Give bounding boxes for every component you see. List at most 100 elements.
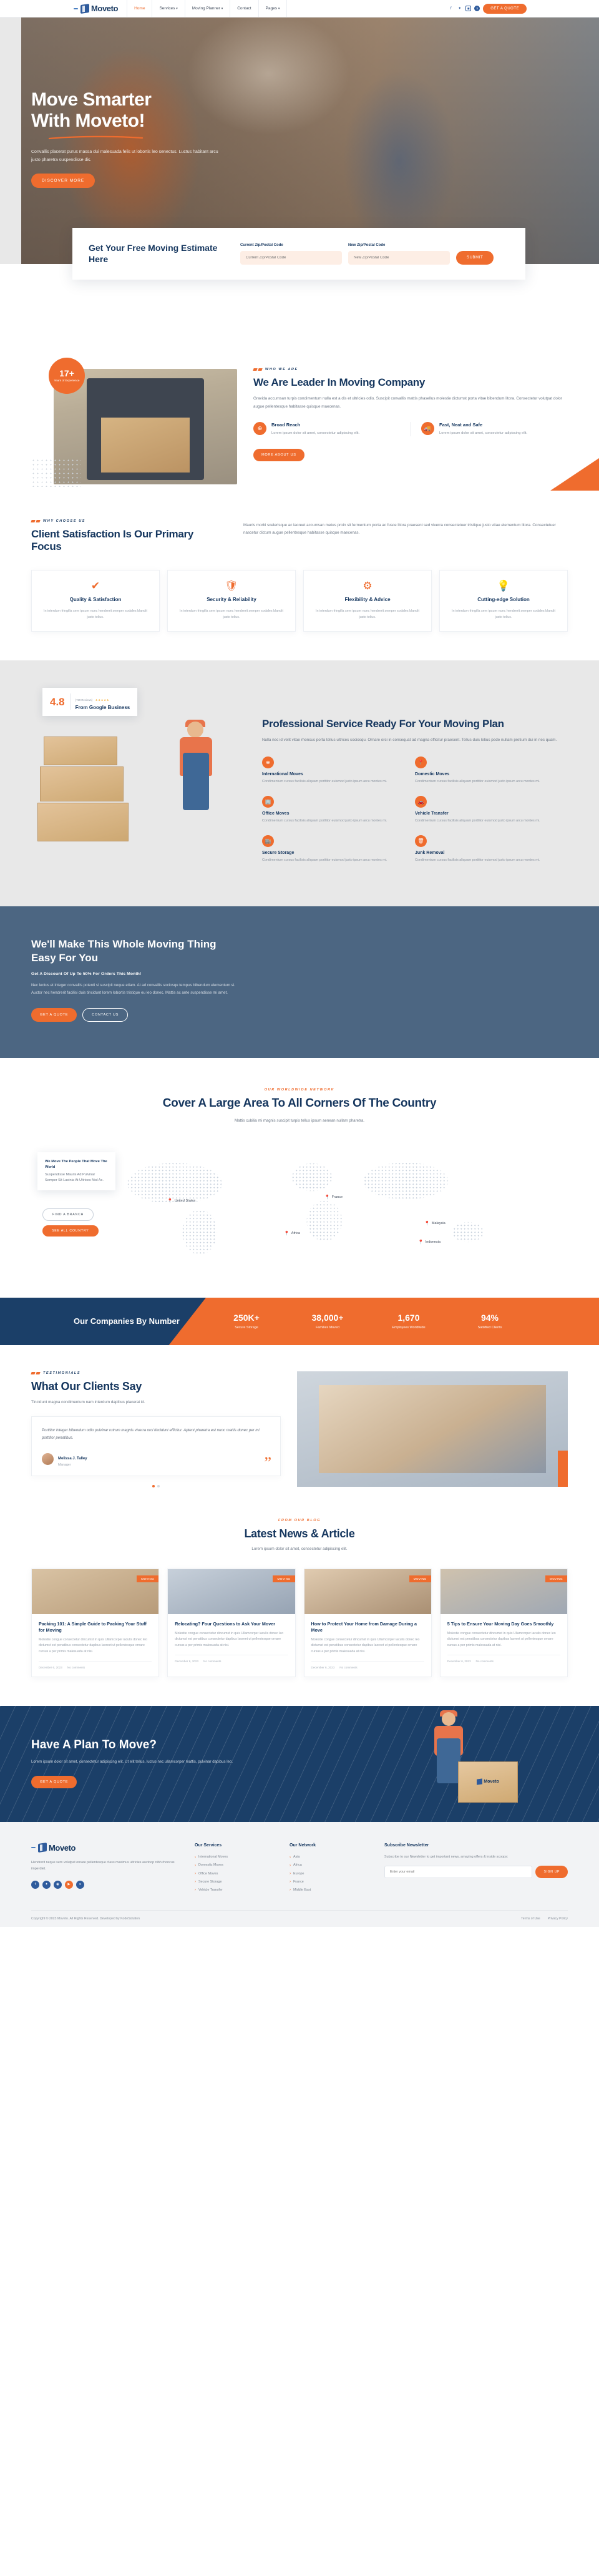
estimate-card: Get Your Free Moving Estimate Here Curre…	[72, 228, 525, 280]
instagram-icon[interactable]: ◉	[465, 6, 472, 11]
discover-more-button[interactable]: DISCOVER MORE	[31, 173, 95, 188]
carousel-dot[interactable]	[152, 1484, 155, 1487]
footer-link[interactable]: Africa	[290, 1862, 371, 1870]
footer-socials[interactable]: f ✦ ◉ ▶ s	[31, 1880, 181, 1889]
newsletter-text: Subscribe to our Newsletter to get impor…	[384, 1854, 509, 1859]
twitter-icon[interactable]: ✦	[457, 6, 462, 11]
stats-section: Our Companies By Number 250K+ Secure Sto…	[0, 1297, 599, 1345]
estimate-submit-button[interactable]: SUBMIT	[456, 250, 494, 265]
nav-item-moving-planner[interactable]: Moving Planner ▾	[185, 0, 231, 17]
header-actions: f ✦ ◉ s GET A QUOTE	[448, 3, 527, 14]
instagram-icon[interactable]: ◉	[54, 1880, 62, 1889]
chevron-down-icon: ▾	[278, 6, 280, 11]
footer-link[interactable]: France	[290, 1878, 371, 1886]
nav-item-home[interactable]: Home	[127, 0, 153, 17]
new-zip-input[interactable]	[348, 250, 450, 265]
footer-brand-logo[interactable]: Moveto	[31, 1843, 181, 1853]
footer-link[interactable]: International Moves	[195, 1854, 276, 1862]
newsletter-email-input[interactable]	[384, 1865, 533, 1878]
logo-box-icon	[38, 1843, 47, 1853]
blog-thumbnail: MOVING	[304, 1569, 431, 1614]
service-item[interactable]: 🗑 Junk Removal Condimentum cursus facili…	[415, 835, 568, 864]
footer-newsletter-column: Subscribe Newsletter Subscribe to our Ne…	[384, 1843, 568, 1895]
skype-icon[interactable]: s	[474, 6, 480, 11]
footer-link[interactable]: Vehicle Transfer	[195, 1886, 276, 1894]
about-section: 17+ Years of Experience WHO WE ARE We Ar…	[0, 326, 599, 509]
service-item[interactable]: 🚗 Vehicle Transfer Condimentum cursus fa…	[415, 795, 568, 825]
blog-section: FROM OUR BLOG Latest News & Article Lore…	[0, 1512, 599, 1706]
twitter-icon[interactable]: ✦	[42, 1880, 51, 1889]
blog-card[interactable]: MOVING 5 Tips to Ensure Your Moving Day …	[439, 1568, 568, 1677]
nav-item-contact[interactable]: Contact	[230, 0, 259, 17]
experience-label: Years of Experience	[54, 378, 80, 382]
service-item[interactable]: ⊕ International Moves Condimentum cursus…	[262, 757, 415, 785]
why-card[interactable]: ✔ Quality & Satisfaction In interdum fri…	[31, 569, 160, 632]
see-all-country-button[interactable]: SEE ALL COUNTRY	[42, 1225, 99, 1237]
blog-card[interactable]: MOVING Relocating? Four Questions to Ask…	[167, 1568, 296, 1677]
triangle-decoration	[550, 458, 599, 491]
blog-card[interactable]: MOVING How to Protect Your Home from Dam…	[303, 1568, 432, 1677]
stat-item: 94% Satisfied Clients	[449, 1313, 530, 1330]
newsletter-signup-button[interactable]: SIGN UP	[535, 1865, 568, 1878]
facebook-icon[interactable]: f	[448, 6, 454, 11]
why-card-text: In interdum fringilla sem ipsum nunc hen…	[316, 609, 419, 619]
map-pin[interactable]: 📍 United States	[167, 1198, 195, 1203]
why-card[interactable]: 🛡 Security & Reliability In interdum fri…	[167, 569, 296, 632]
head-shape	[187, 721, 203, 738]
footer-link[interactable]: Asia	[290, 1854, 371, 1862]
carousel-dots[interactable]	[31, 1484, 281, 1487]
brand-name: Moveto	[91, 4, 119, 13]
nav-item-pages[interactable]: Pages ▾	[259, 0, 288, 17]
get-a-quote-button[interactable]: GET A QUOTE	[483, 3, 527, 14]
nav-item-services[interactable]: Services ▾	[152, 0, 185, 17]
footer-link[interactable]: Middle East	[290, 1886, 371, 1894]
network-section: OUR WORLDWIDE NETWORK Cover A Large Area…	[0, 1058, 599, 1298]
blog-date: December 6, 2023	[311, 1665, 335, 1669]
why-card-text: In interdum fringilla sem ipsum nunc hen…	[452, 609, 555, 619]
find-a-branch-button[interactable]: FIND A BRANCH	[42, 1208, 94, 1221]
why-card[interactable]: 💡 Cutting-edge Solution In interdum frin…	[439, 569, 568, 632]
stats-title: Our Companies By Number	[74, 1316, 180, 1326]
plan-get-quote-button[interactable]: GET A QUOTE	[31, 1775, 77, 1788]
worker-illustration	[175, 719, 220, 826]
globe-icon: ⊕	[253, 421, 266, 435]
why-card[interactable]: ⚙ Flexibility & Advice In interdum fring…	[303, 569, 432, 632]
cta-contact-us-button[interactable]: CONTACT US	[82, 1008, 129, 1022]
brand-logo[interactable]: Moveto	[74, 3, 119, 14]
map-pin[interactable]: 📍 Malaysia	[424, 1221, 446, 1226]
why-card-title: Flexibility & Advice	[344, 596, 391, 602]
service-item[interactable]: 📍 Domestic Moves Condimentum cursus faci…	[415, 757, 568, 785]
why-card-title: Security & Reliability	[207, 596, 256, 602]
map-pin[interactable]: 📍 Indonesia	[418, 1240, 441, 1245]
footer-link[interactable]: Secure Storage	[195, 1878, 276, 1886]
brand-name: Moveto	[484, 1780, 499, 1785]
blog-tag: MOVING	[137, 1575, 159, 1582]
blog-card[interactable]: MOVING Packing 101: A Simple Guide to Pa…	[31, 1568, 160, 1677]
more-about-us-button[interactable]: MORE ABOUT US	[253, 449, 304, 462]
shield-icon: 🛡	[225, 579, 238, 592]
lightbulb-icon: 💡	[497, 579, 510, 592]
footer-col-title: Our Services	[195, 1843, 222, 1848]
cta-get-quote-button[interactable]: GET A QUOTE	[31, 1008, 77, 1022]
footer-network-column: Our Network Asia Africa Europe France Mi…	[290, 1843, 371, 1895]
footer-link[interactable]: Domestic Moves	[195, 1862, 276, 1870]
terms-of-use-link[interactable]: Terms of Use	[521, 1917, 540, 1921]
service-item[interactable]: 🏢 Office Moves Condimentum cursus facili…	[262, 795, 415, 825]
current-zip-input[interactable]	[240, 250, 342, 265]
privacy-policy-link[interactable]: Privacy Policy	[548, 1917, 568, 1921]
service-item[interactable]: 🏬 Secure Storage Condimentum cursus faci…	[262, 835, 415, 864]
map-pin-icon: 📍	[167, 1198, 173, 1203]
blog-comments: No comments	[475, 1659, 494, 1663]
facebook-icon[interactable]: f	[31, 1880, 39, 1889]
map-pin[interactable]: 📍 Africa	[284, 1231, 300, 1236]
main-navigation[interactable]: Home Services ▾ Moving Planner ▾ Contact…	[127, 0, 288, 17]
footer-link[interactable]: Europe	[290, 1870, 371, 1878]
overalls-shape	[437, 1738, 460, 1783]
footer-link[interactable]: Office Moves	[195, 1870, 276, 1878]
network-subtitle: Mattis cubilia mi magnis suscipit turpis…	[234, 1118, 365, 1123]
youtube-icon[interactable]: ▶	[65, 1880, 73, 1889]
plan-paragraph: Lorem ipsum dolor sit amet, consectetur …	[31, 1759, 233, 1764]
carousel-dot[interactable]	[157, 1484, 160, 1487]
skype-icon[interactable]: s	[76, 1880, 84, 1889]
map-pin[interactable]: 📍 France	[324, 1195, 343, 1200]
